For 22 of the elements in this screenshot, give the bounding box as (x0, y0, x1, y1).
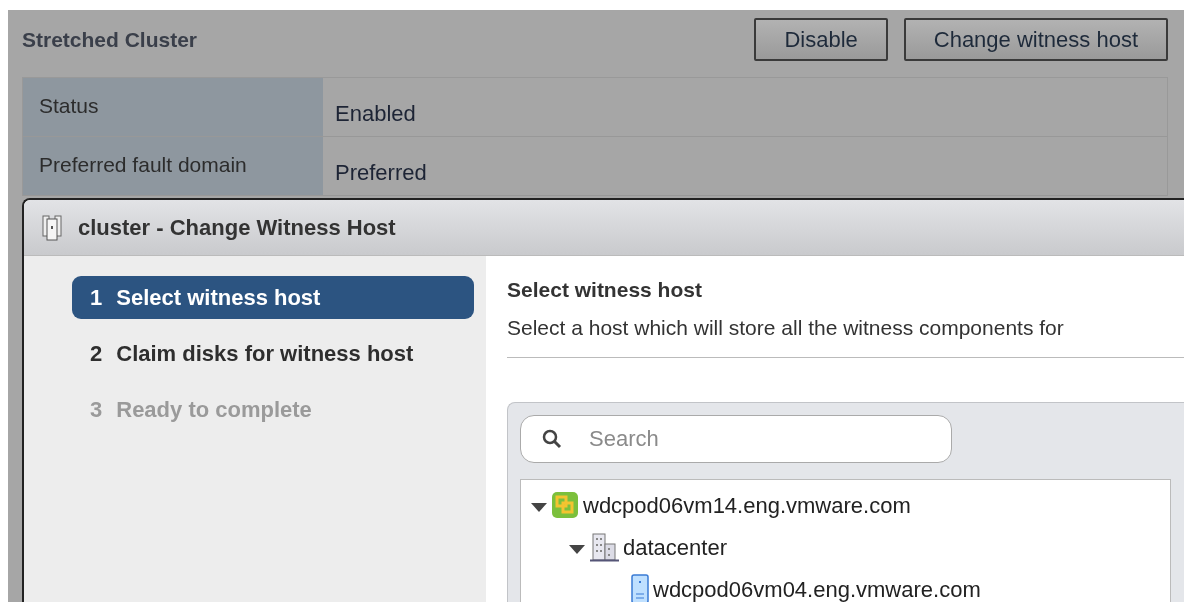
step-heading: Select witness host (507, 277, 703, 303)
cluster-icon (42, 214, 62, 241)
wizard-step[interactable]: 1 Select witness host (72, 276, 474, 319)
wizard-step[interactable]: 2 Claim disks for witness host (72, 332, 474, 375)
step-description: Select a host which will store all the witness components for (507, 314, 1065, 341)
property-label: Status (23, 78, 323, 136)
server-icon (631, 574, 649, 602)
expand-arrow-icon[interactable] (569, 545, 585, 555)
expand-arrow-icon[interactable] (531, 503, 547, 513)
property-value: Enabled (334, 100, 417, 128)
tree-item-label[interactable]: datacenter (623, 530, 727, 564)
tree-item-label[interactable]: wdcpod06vm04.eng.vmware.com (653, 572, 981, 602)
property-label: Preferred fault domain (23, 137, 323, 195)
change-witness-host-button[interactable]: Change witness host (903, 18, 1168, 61)
panel-title: Stretched Cluster (22, 26, 198, 53)
tree-item-label[interactable]: wdcpod06vm14.eng.vmware.com (583, 488, 911, 522)
vcenter-icon (551, 491, 579, 519)
dialog-title: cluster - Change Witness Host (78, 214, 396, 242)
property-value: Preferred (334, 159, 428, 187)
disable-button[interactable]: Disable (754, 18, 888, 61)
search-field[interactable]: Search (520, 415, 952, 463)
building-icon (589, 532, 619, 562)
